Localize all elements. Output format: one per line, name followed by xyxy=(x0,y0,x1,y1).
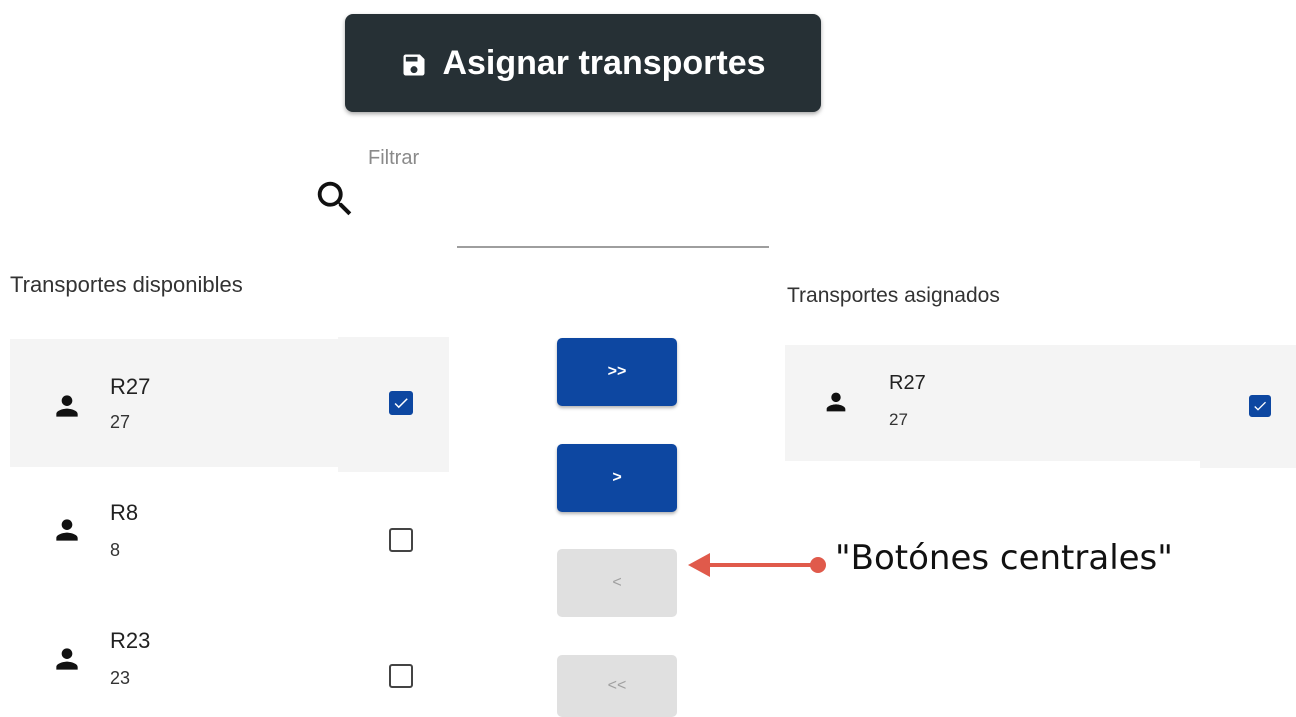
annotation-line xyxy=(708,563,818,567)
assigned-list-title: Transportes asignados xyxy=(787,284,1000,307)
search-icon xyxy=(312,176,358,222)
assign-transports-button[interactable]: Asignar transportes xyxy=(345,14,821,112)
move-all-left-button[interactable]: << xyxy=(557,655,677,717)
assign-transports-label: Asignar transportes xyxy=(442,43,766,82)
person-icon xyxy=(51,514,83,546)
arrow-head-icon xyxy=(688,553,710,577)
item-code: 23 xyxy=(110,668,131,688)
annotation-text: "Botónes centrales" xyxy=(835,538,1173,578)
filter-label: Filtrar xyxy=(368,147,420,169)
filter-input[interactable] xyxy=(457,246,769,248)
person-icon xyxy=(822,388,850,416)
item-checkbox[interactable] xyxy=(389,664,413,688)
item-checkbox[interactable] xyxy=(389,391,413,415)
move-left-button[interactable]: < xyxy=(557,549,677,617)
item-name: R23 xyxy=(110,628,151,653)
floppy-disk-icon xyxy=(400,49,428,77)
move-all-right-button[interactable]: >> xyxy=(557,338,677,406)
item-code: 27 xyxy=(889,410,908,429)
annotation-dot xyxy=(810,557,826,573)
item-name: R27 xyxy=(889,372,926,394)
assigned-list-item-r27-check-area xyxy=(1200,345,1296,468)
person-icon xyxy=(51,390,83,422)
item-code: 27 xyxy=(110,412,131,432)
item-checkbox[interactable] xyxy=(1249,395,1271,417)
move-right-button[interactable]: > xyxy=(557,444,677,512)
item-name: R8 xyxy=(110,500,139,525)
item-checkbox[interactable] xyxy=(389,528,413,552)
available-list-title: Transportes disponibles xyxy=(10,272,243,297)
item-name: R27 xyxy=(110,374,151,399)
person-icon xyxy=(51,643,83,675)
item-code: 8 xyxy=(110,540,121,560)
